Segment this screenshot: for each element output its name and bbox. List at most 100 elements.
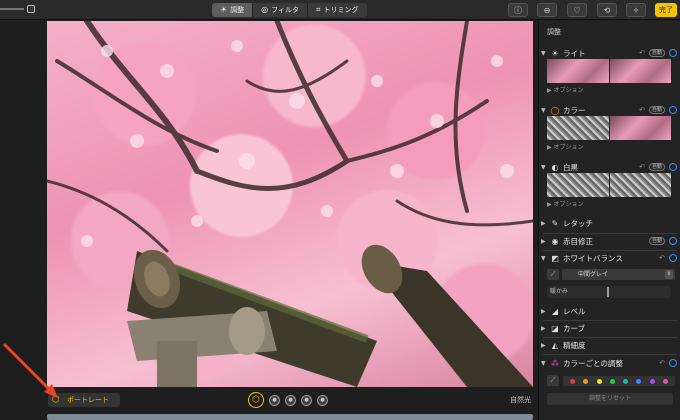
light-toggle[interactable]: [669, 49, 677, 57]
undo-icon[interactable]: ↶: [639, 106, 645, 114]
thumb: [547, 116, 609, 140]
thumb: [609, 59, 671, 83]
levels-header[interactable]: ▶ ◢ レベル: [539, 305, 680, 317]
bw-header[interactable]: ▼ ◐ 白黒 ↶ 自動: [539, 161, 680, 173]
warmth-slider[interactable]: 暖かみ: [547, 286, 671, 298]
disclosure-down-icon[interactable]: ▼: [541, 50, 549, 57]
color-swatch[interactable]: [609, 378, 615, 384]
color-swatch[interactable]: [570, 378, 576, 384]
undo-icon[interactable]: ↶: [659, 359, 665, 367]
studio-light-option[interactable]: ●: [269, 394, 280, 406]
whitebalance-toggle[interactable]: [669, 254, 677, 262]
bandage-icon: ✎: [551, 218, 559, 228]
filmstrip-bar[interactable]: [47, 414, 533, 420]
whitebalance-header[interactable]: ▼ ◩ ホワイトバランス ↶: [539, 252, 680, 264]
section-light: ▼ ☀ ライト ↶ 自動 ▶ オプション: [539, 47, 680, 94]
disclosure-right-icon[interactable]: ▶: [541, 342, 549, 349]
zoom-slider-knob[interactable]: [27, 5, 35, 13]
redeye-toggle[interactable]: [669, 237, 677, 245]
thumb: [609, 173, 671, 197]
undo-icon[interactable]: ↶: [639, 163, 645, 171]
undo-icon[interactable]: ↶: [639, 49, 645, 57]
tab-filter[interactable]: ◎ フィルタ: [253, 3, 309, 17]
disclosure-down-icon[interactable]: ▼: [541, 360, 549, 367]
heart-icon: ♡: [573, 5, 581, 15]
light-option-icon: ●: [288, 397, 293, 403]
disclosure-down-icon[interactable]: ▼: [541, 255, 549, 262]
undo-icon[interactable]: ↶: [659, 254, 665, 262]
color-ring-icon: ◯: [550, 105, 560, 115]
photos-edit-window: ☀ 調整 ◎ フィルタ ⌗ トリミング ⓘ ⊖ ♡ ⟲ ✧ 完了 ⬡ ポートレー…: [0, 0, 680, 420]
reset-adjustments-button[interactable]: 調整をリセット: [547, 393, 673, 405]
color-header[interactable]: ▼ ◯ カラー ↶ 自動: [539, 104, 680, 116]
photo-canvas[interactable]: [47, 21, 533, 387]
contour-light-option[interactable]: ●: [285, 394, 296, 406]
panel-title: 調整: [547, 28, 561, 36]
light-header[interactable]: ▼ ☀ ライト ↶ 自動: [539, 47, 680, 59]
divider: [543, 320, 677, 321]
disclosure-right-icon[interactable]: ▶: [541, 238, 549, 245]
warmth-slider-knob[interactable]: [607, 287, 609, 297]
disclosure-right-icon[interactable]: ▶: [541, 308, 549, 315]
bw-auto-button[interactable]: 自動: [648, 163, 665, 171]
whitebalance-mode-select[interactable]: 中間グレイ ⇕: [562, 269, 675, 280]
eyedropper-icon[interactable]: ⟋: [547, 269, 559, 280]
stage-light-option[interactable]: ●: [301, 394, 312, 406]
definition-header[interactable]: ▶ ◭ 精細度: [539, 339, 680, 351]
section-retouch: ▶ ✎ レタッチ: [539, 217, 680, 229]
color-options[interactable]: ▶ オプション: [547, 142, 680, 151]
curves-header[interactable]: ▶ ◪ カーブ: [539, 322, 680, 334]
half-circle-icon: ◐: [551, 162, 559, 172]
color-toggle[interactable]: [669, 106, 677, 114]
done-button[interactable]: 完了: [655, 3, 677, 17]
toolbar: ☀ 調整 ◎ フィルタ ⌗ トリミング ⓘ ⊖ ♡ ⟲ ✧ 完了: [0, 0, 680, 20]
color-swatch[interactable]: [636, 378, 642, 384]
favorite-button[interactable]: ♡: [567, 3, 587, 17]
bw-slider-strip[interactable]: [547, 173, 671, 197]
color-auto-button[interactable]: 自動: [648, 106, 665, 114]
selective-color-toggle[interactable]: [669, 359, 677, 367]
bw-toggle[interactable]: [669, 163, 677, 171]
divider: [543, 233, 677, 234]
disclosure-down-icon[interactable]: ▼: [541, 164, 549, 171]
selective-color-header[interactable]: ▼ ⁂ カラーごとの調整 ↶: [539, 357, 680, 369]
delete-button[interactable]: ⊖: [537, 3, 557, 17]
color-swatch[interactable]: [596, 378, 602, 384]
eyedropper-icon[interactable]: ⟋: [547, 375, 559, 386]
section-selective-color: ▼ ⁂ カラーごとの調整 ↶: [539, 357, 680, 369]
auto-enhance-button[interactable]: ✧: [626, 3, 646, 17]
disclosure-down-icon[interactable]: ▼: [541, 107, 549, 114]
retouch-header[interactable]: ▶ ✎ レタッチ: [539, 217, 680, 229]
redeye-header[interactable]: ▶ ◉ 赤目修正 自動: [539, 235, 680, 247]
light-option-icon: ●: [304, 397, 309, 403]
section-color: ▼ ◯ カラー ↶ 自動 ▶ オプション: [539, 104, 680, 151]
white-balance-icon: ◩: [551, 253, 559, 263]
tab-adjust[interactable]: ☀ 調整: [212, 3, 254, 17]
light-slider-strip[interactable]: [547, 59, 671, 83]
curves-icon: ◪: [551, 323, 559, 333]
bw-options[interactable]: ▶ オプション: [547, 199, 680, 208]
tab-crop[interactable]: ⌗ トリミング: [308, 3, 367, 17]
light-auto-button[interactable]: 自動: [648, 49, 665, 57]
color-swatch[interactable]: [662, 378, 668, 384]
thumb: [547, 173, 609, 197]
zoom-slider-track[interactable]: [0, 8, 24, 10]
rotate-button[interactable]: ⟲: [597, 3, 617, 17]
divider: [543, 354, 677, 355]
magic-wand-icon: ✧: [632, 5, 640, 15]
color-swatch[interactable]: [623, 378, 629, 384]
natural-light-option[interactable]: ⬡: [248, 392, 264, 408]
red-arrow-annotation: [2, 342, 58, 398]
color-swatch[interactable]: [583, 378, 589, 384]
light-options[interactable]: ▶ オプション: [547, 85, 680, 94]
info-button[interactable]: ⓘ: [508, 3, 528, 17]
divider: [543, 250, 677, 251]
color-swatch[interactable]: [649, 378, 655, 384]
color-slider-strip[interactable]: [547, 116, 671, 140]
stage-mono-option[interactable]: ●: [317, 394, 328, 406]
disclosure-right-icon[interactable]: ▶: [541, 220, 549, 227]
cube-icon: ⬡: [252, 395, 260, 405]
adjust-icon: ☀: [220, 5, 228, 14]
disclosure-right-icon[interactable]: ▶: [541, 325, 549, 332]
redeye-auto-button[interactable]: 自動: [648, 237, 665, 245]
